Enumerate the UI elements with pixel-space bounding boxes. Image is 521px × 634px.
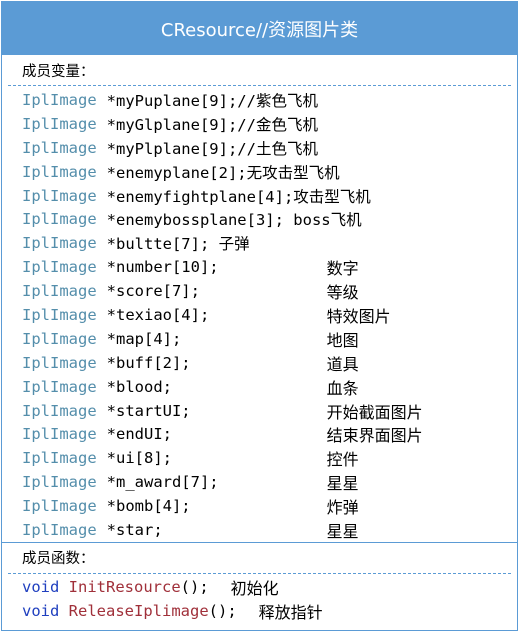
attributes-list: IplImage *myPuplane[9];//紫色飞机 IplImage *myG…	[2, 86, 517, 542]
attribute-row: IplImage *endUI; 结束界面图片	[22, 422, 517, 446]
attribute-declaration: *ui[8];	[106, 449, 172, 468]
attribute-comment: 控件	[326, 450, 359, 470]
attribute-declaration: *enemyfightplane[4];攻击型飞机	[106, 187, 371, 206]
attribute-declaration: *buff[2];	[106, 353, 191, 372]
attribute-type: IplImage	[22, 377, 97, 396]
attribute-declaration: *startUI;	[106, 401, 191, 420]
attribute-declaration: *score[7];	[106, 282, 200, 301]
attribute-row: IplImage *ui[8]; 控件	[22, 446, 517, 470]
attribute-row: IplImage *enemyfightplane[4];攻击型飞机	[22, 184, 517, 208]
attribute-row: IplImage *myPlplane[9];//土色飞机	[22, 136, 517, 160]
method-return-type: void	[22, 577, 60, 596]
attribute-row: IplImage *texiao[4]; 特效图片	[22, 303, 517, 327]
attribute-comment: 炸弹	[326, 498, 359, 518]
attribute-declaration: *enemybossplane[3]; boss飞机	[106, 211, 362, 230]
methods-list: void InitResource (); 初始化 void ReleaseIplim…	[2, 574, 517, 623]
attribute-type: IplImage	[22, 329, 97, 348]
attribute-declaration: *enemyplane[2];无攻击型飞机	[106, 163, 340, 182]
attribute-comment: 等级	[326, 283, 359, 303]
attribute-type: IplImage	[22, 497, 97, 516]
attribute-type: IplImage	[22, 90, 97, 109]
attribute-row: IplImage *myPuplane[9];//紫色飞机	[22, 88, 517, 112]
attribute-declaration: *bultte[7]; 子弹	[106, 235, 250, 254]
attribute-type: IplImage	[22, 353, 97, 372]
attribute-type: IplImage	[22, 138, 97, 157]
attribute-type: IplImage	[22, 210, 97, 229]
attribute-row: IplImage *myGlplane[9];//金色飞机	[22, 112, 517, 136]
attribute-declaration: *number[10];	[106, 258, 219, 277]
attribute-declaration: *myGlplane[9];//金色飞机	[106, 115, 318, 134]
class-box: CResource//资源图片类 成员变量： IplImage *myPuplan…	[1, 1, 518, 631]
method-comment: 初始化	[230, 578, 279, 598]
attribute-type: IplImage	[22, 449, 97, 468]
attribute-comment: 星星	[326, 521, 359, 541]
attribute-declaration: *star;	[106, 520, 163, 539]
attribute-type: IplImage	[22, 234, 97, 253]
method-row: void ReleaseIplimage (); 释放指针	[22, 599, 517, 623]
attribute-row: IplImage *bomb[4]; 炸弹	[22, 494, 517, 518]
attribute-declaration: *texiao[4];	[106, 305, 210, 324]
attribute-type: IplImage	[22, 282, 97, 301]
attribute-declaration: *m_award[7];	[106, 473, 219, 492]
attribute-type: IplImage	[22, 162, 97, 181]
attributes-heading: 成员变量：	[22, 63, 95, 80]
method-params: ();	[208, 601, 237, 620]
attribute-type: IplImage	[22, 401, 97, 420]
attribute-comment: 血条	[326, 378, 359, 398]
attribute-row: IplImage *blood; 血条	[22, 375, 517, 399]
method-row: void InitResource (); 初始化	[22, 575, 517, 599]
attribute-row: IplImage *buff[2]; 道具	[22, 351, 517, 375]
attribute-row: IplImage *bultte[7]; 子弹	[22, 231, 517, 255]
attribute-row: IplImage *score[7]; 等级	[22, 279, 517, 303]
attribute-declaration: *map[4];	[106, 329, 182, 348]
attribute-row: IplImage *startUI; 开始截面图片	[22, 399, 517, 423]
class-title: CResource//资源图片类	[2, 2, 517, 55]
attribute-comment: 特效图片	[326, 306, 391, 326]
attribute-row: IplImage *star; 星星	[22, 518, 517, 542]
attribute-type: IplImage	[22, 186, 97, 205]
attribute-row: IplImage *number[10]; 数字	[22, 255, 517, 279]
attribute-row: IplImage *enemybossplane[3]; boss飞机	[22, 207, 517, 231]
attribute-declaration: *blood;	[106, 377, 172, 396]
attribute-row: IplImage *m_award[7]; 星星	[22, 470, 517, 494]
attribute-type: IplImage	[22, 258, 97, 277]
method-name: ReleaseIplimage	[68, 601, 209, 620]
attribute-type: IplImage	[22, 425, 97, 444]
attribute-type: IplImage	[22, 473, 97, 492]
method-params: ();	[180, 577, 209, 596]
attribute-comment: 星星	[326, 474, 359, 494]
attribute-comment: 开始截面图片	[326, 402, 423, 422]
attribute-declaration: *myPlplane[9];//土色飞机	[106, 139, 318, 158]
method-name: InitResource	[68, 577, 181, 596]
method-comment: 释放指针	[258, 602, 323, 622]
attribute-comment: 结束界面图片	[326, 426, 423, 446]
attribute-declaration: *myPuplane[9];//紫色飞机	[106, 91, 318, 110]
attribute-type: IplImage	[22, 520, 97, 539]
attribute-type: IplImage	[22, 114, 97, 133]
attribute-declaration: *endUI;	[106, 425, 172, 444]
method-return-type: void	[22, 601, 60, 620]
attribute-row: IplImage *map[4]; 地图	[22, 327, 517, 351]
attribute-declaration: *bomb[4];	[106, 497, 191, 516]
methods-heading: 成员函数：	[22, 551, 95, 568]
attribute-type: IplImage	[22, 305, 97, 324]
attribute-comment: 数字	[326, 259, 359, 279]
attribute-comment: 地图	[326, 330, 359, 350]
attribute-comment: 道具	[326, 354, 359, 374]
attribute-row: IplImage *enemyplane[2];无攻击型飞机	[22, 160, 517, 184]
